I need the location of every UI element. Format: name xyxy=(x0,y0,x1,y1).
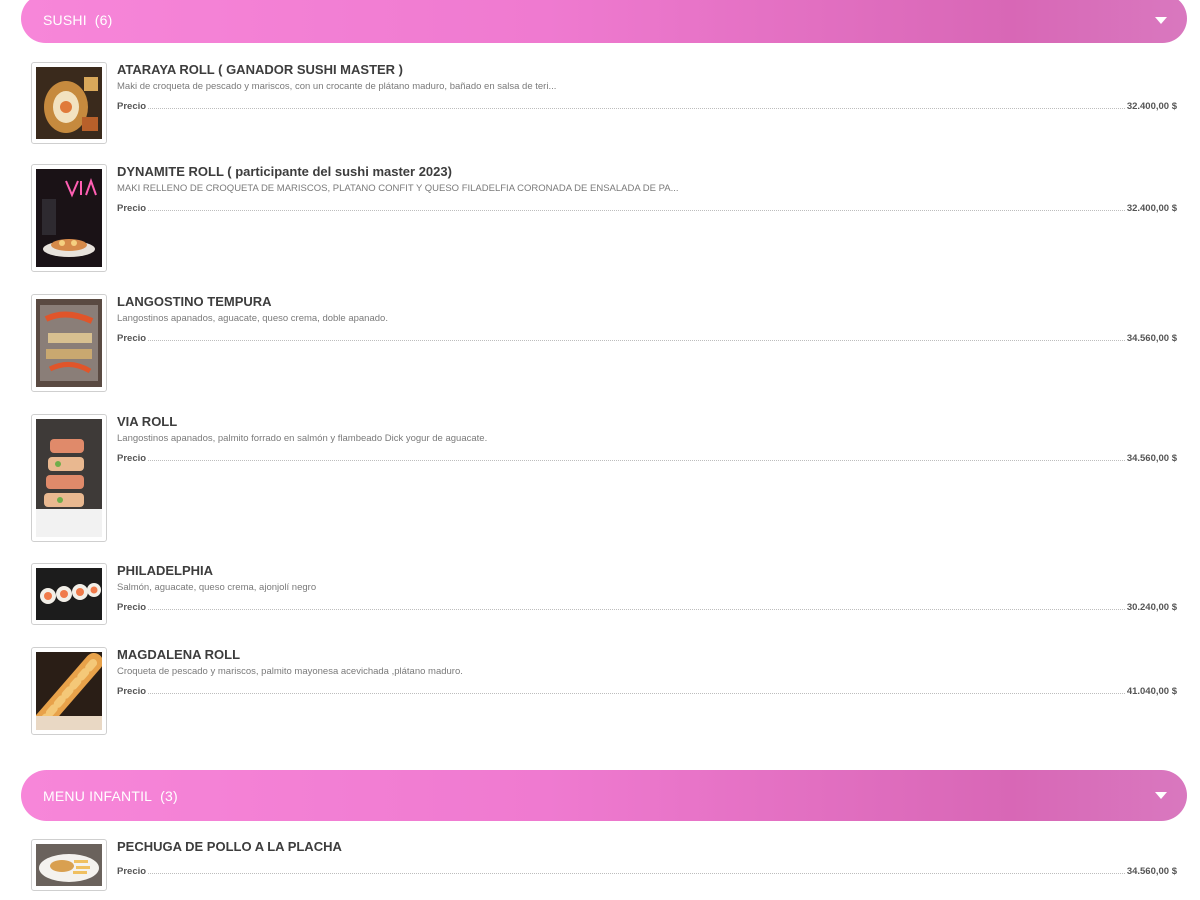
price-row: Precio 41.040,00 $ xyxy=(117,683,1177,697)
item-description: Langostinos apanados, aguacate, queso cr… xyxy=(117,313,388,324)
category-count: (6) xyxy=(94,12,113,28)
price-leader-dots xyxy=(148,873,1125,874)
item-photo[interactable] xyxy=(31,647,107,735)
price-leader-dots xyxy=(148,340,1125,341)
via-roll-photo xyxy=(36,419,102,537)
category-title: SUSHI (6) xyxy=(43,12,113,28)
item-photo[interactable] xyxy=(31,563,107,625)
price-label: Precio xyxy=(117,686,147,697)
item-description: Salmón, aguacate, queso crema, ajonjolí … xyxy=(117,582,317,593)
price-row: Precio 32.400,00 $ xyxy=(117,98,1177,112)
item-title: MAGDALENA ROLL xyxy=(117,647,241,662)
price-value: 32.400,00 $ xyxy=(1126,101,1177,112)
price-label: Precio xyxy=(117,333,147,344)
magdalena-roll-photo xyxy=(36,652,102,730)
item-photo[interactable] xyxy=(31,62,107,144)
price-leader-dots xyxy=(148,108,1125,109)
price-row: Precio 32.400,00 $ xyxy=(117,200,1177,214)
item-title: ATARAYA ROLL ( GANADOR SUSHI MASTER ) xyxy=(117,62,404,77)
category-header-menu-infantil[interactable]: MENU INFANTIL (3) xyxy=(21,770,1187,821)
category-count: (3) xyxy=(160,787,178,804)
item-photo[interactable] xyxy=(31,839,107,891)
price-leader-dots xyxy=(148,460,1125,461)
philadelphia-photo xyxy=(36,568,102,620)
price-row: Precio 34.560,00 $ xyxy=(117,863,1177,877)
category-title: MENU INFANTIL (3) xyxy=(43,787,178,804)
item-photo[interactable] xyxy=(31,414,107,542)
price-value: 32.400,00 $ xyxy=(1126,203,1177,214)
chevron-down-icon[interactable] xyxy=(1155,792,1167,799)
item-description: Langostinos apanados, palmito forrado en… xyxy=(117,433,488,444)
item-description: Croqueta de pescado y mariscos, palmito … xyxy=(117,666,463,677)
item-title: DYNAMITE ROLL ( participante del sushi m… xyxy=(117,164,452,179)
price-label: Precio xyxy=(117,101,147,112)
chevron-down-icon[interactable] xyxy=(1155,16,1167,24)
item-title: PHILADELPHIA xyxy=(117,563,214,578)
price-value: 34.560,00 $ xyxy=(1126,453,1177,464)
price-leader-dots xyxy=(148,693,1125,694)
tempura-photo xyxy=(36,299,102,387)
price-label: Precio xyxy=(117,203,147,214)
price-label: Precio xyxy=(117,866,147,877)
category-header-sushi[interactable]: SUSHI (6) xyxy=(21,0,1187,43)
item-photo[interactable] xyxy=(31,294,107,392)
price-row: Precio 34.560,00 $ xyxy=(117,330,1177,344)
sushi-roll-photo xyxy=(36,67,102,139)
price-value: 34.560,00 $ xyxy=(1126,866,1177,877)
price-label: Precio xyxy=(117,453,147,464)
price-row: Precio 34.560,00 $ xyxy=(117,450,1177,464)
price-leader-dots xyxy=(148,210,1125,211)
price-value: 30.240,00 $ xyxy=(1126,602,1177,613)
price-value: 34.560,00 $ xyxy=(1126,333,1177,344)
chicken-plate-photo xyxy=(36,844,102,886)
restaurant-photo xyxy=(36,169,102,267)
item-title: VIA ROLL xyxy=(117,414,178,429)
item-title: PECHUGA DE POLLO A LA PLACHA xyxy=(117,839,342,854)
price-row: Precio 30.240,00 $ xyxy=(117,599,1177,613)
price-value: 41.040,00 $ xyxy=(1126,686,1177,697)
item-photo[interactable] xyxy=(31,164,107,272)
item-title: LANGOSTINO TEMPURA xyxy=(117,294,272,309)
price-label: Precio xyxy=(117,602,147,613)
item-description: MAKI RELLENO DE CROQUETA DE MARISCOS, PL… xyxy=(117,183,679,194)
item-description: Maki de croqueta de pescado y mariscos, … xyxy=(117,81,557,92)
price-leader-dots xyxy=(148,609,1125,610)
